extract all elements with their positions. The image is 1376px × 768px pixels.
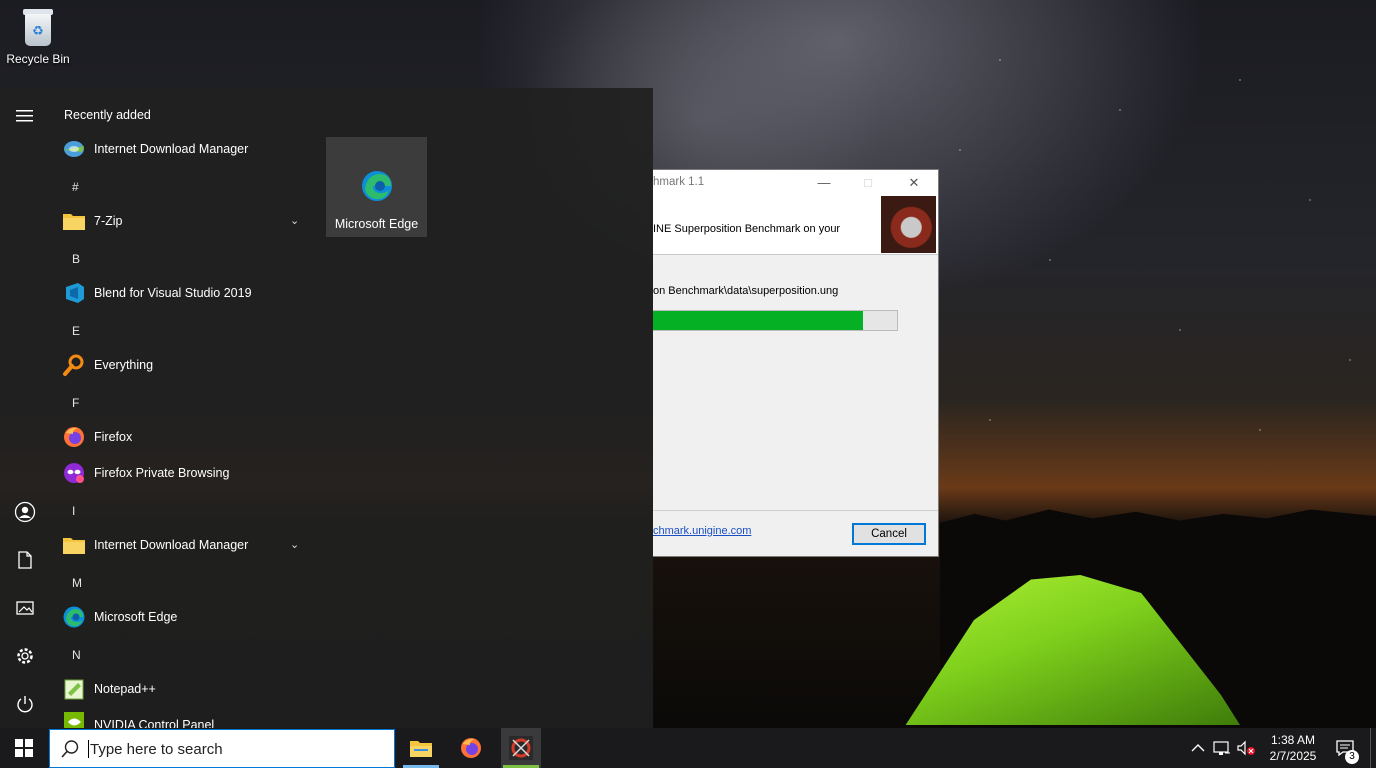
app-label: NVIDIA Control Panel (94, 718, 215, 728)
superposition-icon (509, 736, 533, 760)
folder-icon (62, 209, 86, 233)
pictures-icon[interactable] (12, 595, 38, 621)
start-rail (0, 88, 50, 728)
app-item-firefox-private[interactable]: Firefox Private Browsing (62, 458, 229, 488)
idm-icon (62, 137, 86, 161)
maximize-button: □ (864, 175, 872, 190)
app-item-7zip[interactable]: 7-Zip (62, 206, 122, 236)
installer-titlebar[interactable]: hmark 1.1 — □ ✕ (653, 170, 938, 196)
app-label: Firefox (94, 430, 133, 444)
settings-icon[interactable] (12, 643, 38, 669)
app-item-idm-recent[interactable]: Internet Download Manager (62, 134, 248, 164)
install-progress-fill (653, 311, 863, 330)
app-label: Microsoft Edge (94, 610, 178, 624)
minimize-button[interactable]: — (811, 173, 837, 193)
app-item-idm-folder[interactable]: Internet Download Manager (62, 530, 248, 560)
installer-header: INE Superposition Benchmark on your (653, 196, 938, 255)
installer-title: hmark 1.1 (653, 176, 705, 188)
firefox-icon (62, 425, 86, 449)
start-button[interactable] (0, 728, 48, 768)
superposition-logo-icon (881, 196, 936, 253)
app-label: Internet Download Manager (94, 142, 249, 156)
app-item-nvidia[interactable]: NVIDIA Control Panel (62, 710, 214, 728)
letter-header[interactable]: # (72, 180, 79, 194)
letter-header[interactable]: I (72, 504, 75, 518)
taskbar-file-explorer[interactable] (401, 728, 441, 768)
nvidia-icon (62, 710, 86, 728)
windows-logo-icon (15, 739, 33, 757)
text-caret (88, 740, 89, 758)
clock-date: 2/7/2025 (1269, 749, 1317, 763)
taskbar-search-box[interactable]: Type here to search (49, 729, 395, 768)
cancel-button[interactable]: Cancel (852, 523, 926, 545)
chevron-down-icon[interactable]: ⌄ (290, 214, 299, 227)
taskbar-firefox[interactable] (451, 728, 491, 768)
letter-header[interactable]: F (72, 396, 79, 410)
network-icon[interactable] (1211, 728, 1233, 768)
clock-time: 1:38 AM (1270, 733, 1316, 747)
install-path-text: on Benchmark\data\superposition.ung (653, 285, 839, 297)
app-label: Notepad++ (94, 682, 156, 696)
blend-icon (62, 281, 86, 305)
user-account-icon[interactable] (12, 499, 38, 525)
app-label: Everything (94, 358, 154, 372)
notepadpp-icon (62, 677, 86, 701)
show-desktop-button[interactable] (1370, 728, 1376, 768)
firefox-icon (461, 738, 481, 758)
hamburger-menu-icon[interactable] (12, 103, 38, 129)
chevron-up-icon (1191, 744, 1205, 752)
power-icon[interactable] (12, 691, 38, 717)
letter-header[interactable]: B (72, 252, 80, 266)
notification-count-badge: 3 (1345, 750, 1359, 764)
app-item-firefox[interactable]: Firefox (62, 422, 132, 452)
file-explorer-icon (410, 741, 432, 757)
letter-header[interactable]: N (72, 648, 81, 662)
show-hidden-icons-button[interactable] (1188, 728, 1208, 768)
taskbar: Type here to search 1:38 AM 2/7/2025 3 (0, 728, 1376, 768)
installer-dialog: hmark 1.1 — □ ✕ INE Superposition Benchm… (653, 169, 939, 557)
firefox-private-icon (62, 461, 86, 485)
app-item-blend[interactable]: Blend for Visual Studio 2019 (62, 278, 252, 308)
app-label: 7-Zip (94, 214, 123, 228)
installer-divider (653, 510, 938, 511)
search-placeholder: Type here to search (90, 741, 223, 758)
edge-icon (360, 169, 394, 206)
app-label: Blend for Visual Studio 2019 (94, 286, 252, 300)
install-progress-bar (653, 310, 898, 331)
recycle-bin-desktop-icon[interactable]: ♻ Recycle Bin (4, 6, 72, 66)
taskbar-superposition-installer[interactable] (501, 728, 541, 768)
letter-header[interactable]: E (72, 324, 80, 338)
app-label: Internet Download Manager (94, 538, 249, 552)
app-item-notepadpp[interactable]: Notepad++ (62, 674, 156, 704)
app-item-edge[interactable]: Microsoft Edge (62, 602, 177, 632)
everything-search-icon (62, 353, 86, 377)
taskbar-clock[interactable]: 1:38 AM 2/7/2025 (1258, 732, 1328, 764)
search-icon (60, 739, 80, 762)
tile-microsoft-edge[interactable]: Microsoft Edge (326, 137, 427, 237)
recycle-bin-icon: ♻ (21, 6, 55, 48)
app-label: Firefox Private Browsing (94, 466, 230, 480)
installer-header-text: INE Superposition Benchmark on your (653, 223, 841, 235)
folder-icon (62, 533, 86, 557)
recycle-bin-label: Recycle Bin (6, 52, 70, 66)
start-menu: Recently added Internet Download Manager… (0, 88, 653, 728)
edge-icon (62, 605, 86, 629)
app-list: Recently added Internet Download Manager… (50, 88, 320, 728)
documents-icon[interactable] (12, 547, 38, 573)
tile-label: Microsoft Edge (334, 217, 419, 231)
chevron-down-icon[interactable]: ⌄ (290, 538, 299, 551)
recently-added-heading: Recently added (64, 108, 151, 122)
close-button[interactable]: ✕ (901, 173, 927, 193)
unigine-website-link[interactable]: chmark.unigine.com (653, 525, 751, 537)
letter-header[interactable]: M (72, 576, 82, 590)
app-item-everything[interactable]: Everything (62, 350, 153, 380)
volume-muted-icon[interactable] (1235, 728, 1257, 768)
